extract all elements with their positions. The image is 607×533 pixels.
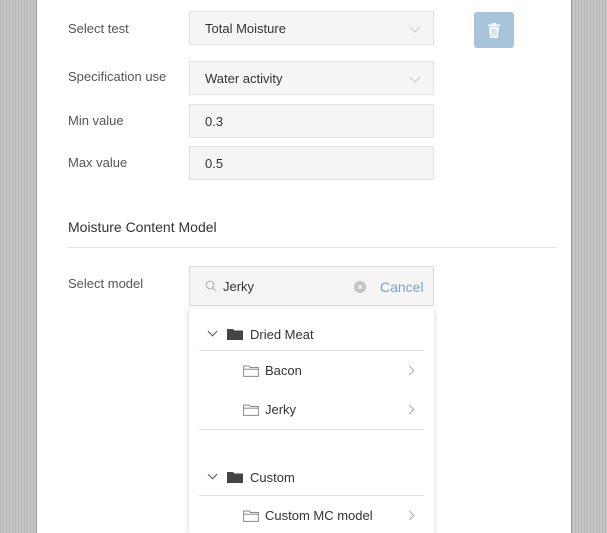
group-divider	[199, 495, 424, 496]
chevron-down-icon[interactable]	[207, 469, 218, 480]
model-dropdown: Dried Meat Bacon Jerky Custom Custom MC …	[189, 308, 434, 533]
search-icon	[205, 280, 217, 292]
trash-icon	[488, 22, 500, 38]
specification-use-label: Specification use	[68, 69, 167, 84]
select-test-dropdown[interactable]: Total Moisture	[189, 11, 434, 45]
tree-item-custom-mc-model[interactable]: Custom MC model	[189, 497, 434, 533]
chevron-down-icon[interactable]	[207, 326, 218, 337]
clear-icon[interactable]: ×	[354, 281, 366, 293]
folder-filled-icon	[227, 472, 243, 483]
chevron-right-icon	[404, 404, 415, 415]
tree-group-dried-meat[interactable]: Dried Meat	[189, 313, 434, 355]
right-gutter	[571, 0, 607, 533]
group-divider	[199, 350, 424, 351]
left-gutter	[0, 0, 37, 533]
folder-outline-icon	[243, 365, 259, 377]
max-value-input[interactable]: 0.5	[189, 146, 434, 180]
model-search-input[interactable]: Jerky	[223, 279, 254, 294]
tree-item-label: Custom MC model	[265, 508, 373, 523]
select-test-label: Select test	[68, 21, 129, 36]
select-model-label: Select model	[68, 276, 144, 291]
group-divider	[199, 429, 424, 430]
min-value-input[interactable]: 0.3	[189, 104, 434, 138]
tree-item-bacon[interactable]: Bacon	[189, 352, 434, 390]
specification-use-dropdown[interactable]: Water activity	[189, 61, 434, 95]
form-panel: Select test Total Moisture Specification…	[37, 0, 571, 533]
select-test-value: Total Moisture	[205, 20, 286, 36]
delete-button[interactable]	[474, 12, 514, 48]
tree-group-label: Custom	[250, 470, 295, 485]
min-value-label: Min value	[68, 113, 124, 128]
specification-use-value: Water activity	[205, 70, 283, 86]
tree-item-label: Jerky	[265, 402, 297, 417]
folder-outline-icon	[243, 510, 259, 522]
tree-group-label: Dried Meat	[250, 327, 314, 342]
section-divider	[68, 247, 556, 248]
chevron-right-icon	[404, 510, 415, 521]
tree-item-jerky[interactable]: Jerky	[189, 391, 434, 429]
chevron-right-icon	[404, 365, 415, 376]
min-value-text: 0.3	[205, 113, 224, 129]
model-search-box[interactable]: Jerky × Cancel	[189, 266, 434, 306]
chevron-down-icon	[409, 21, 421, 33]
max-value-text: 0.5	[205, 155, 224, 171]
tree-group-custom[interactable]: Custom	[189, 456, 434, 498]
chevron-down-icon	[409, 71, 421, 83]
tree-item-label: Bacon	[265, 363, 302, 378]
folder-filled-icon	[227, 329, 243, 340]
cancel-button[interactable]: Cancel	[380, 279, 424, 295]
section-title: Moisture Content Model	[68, 219, 217, 235]
max-value-label: Max value	[68, 155, 128, 170]
folder-outline-icon	[243, 404, 259, 416]
